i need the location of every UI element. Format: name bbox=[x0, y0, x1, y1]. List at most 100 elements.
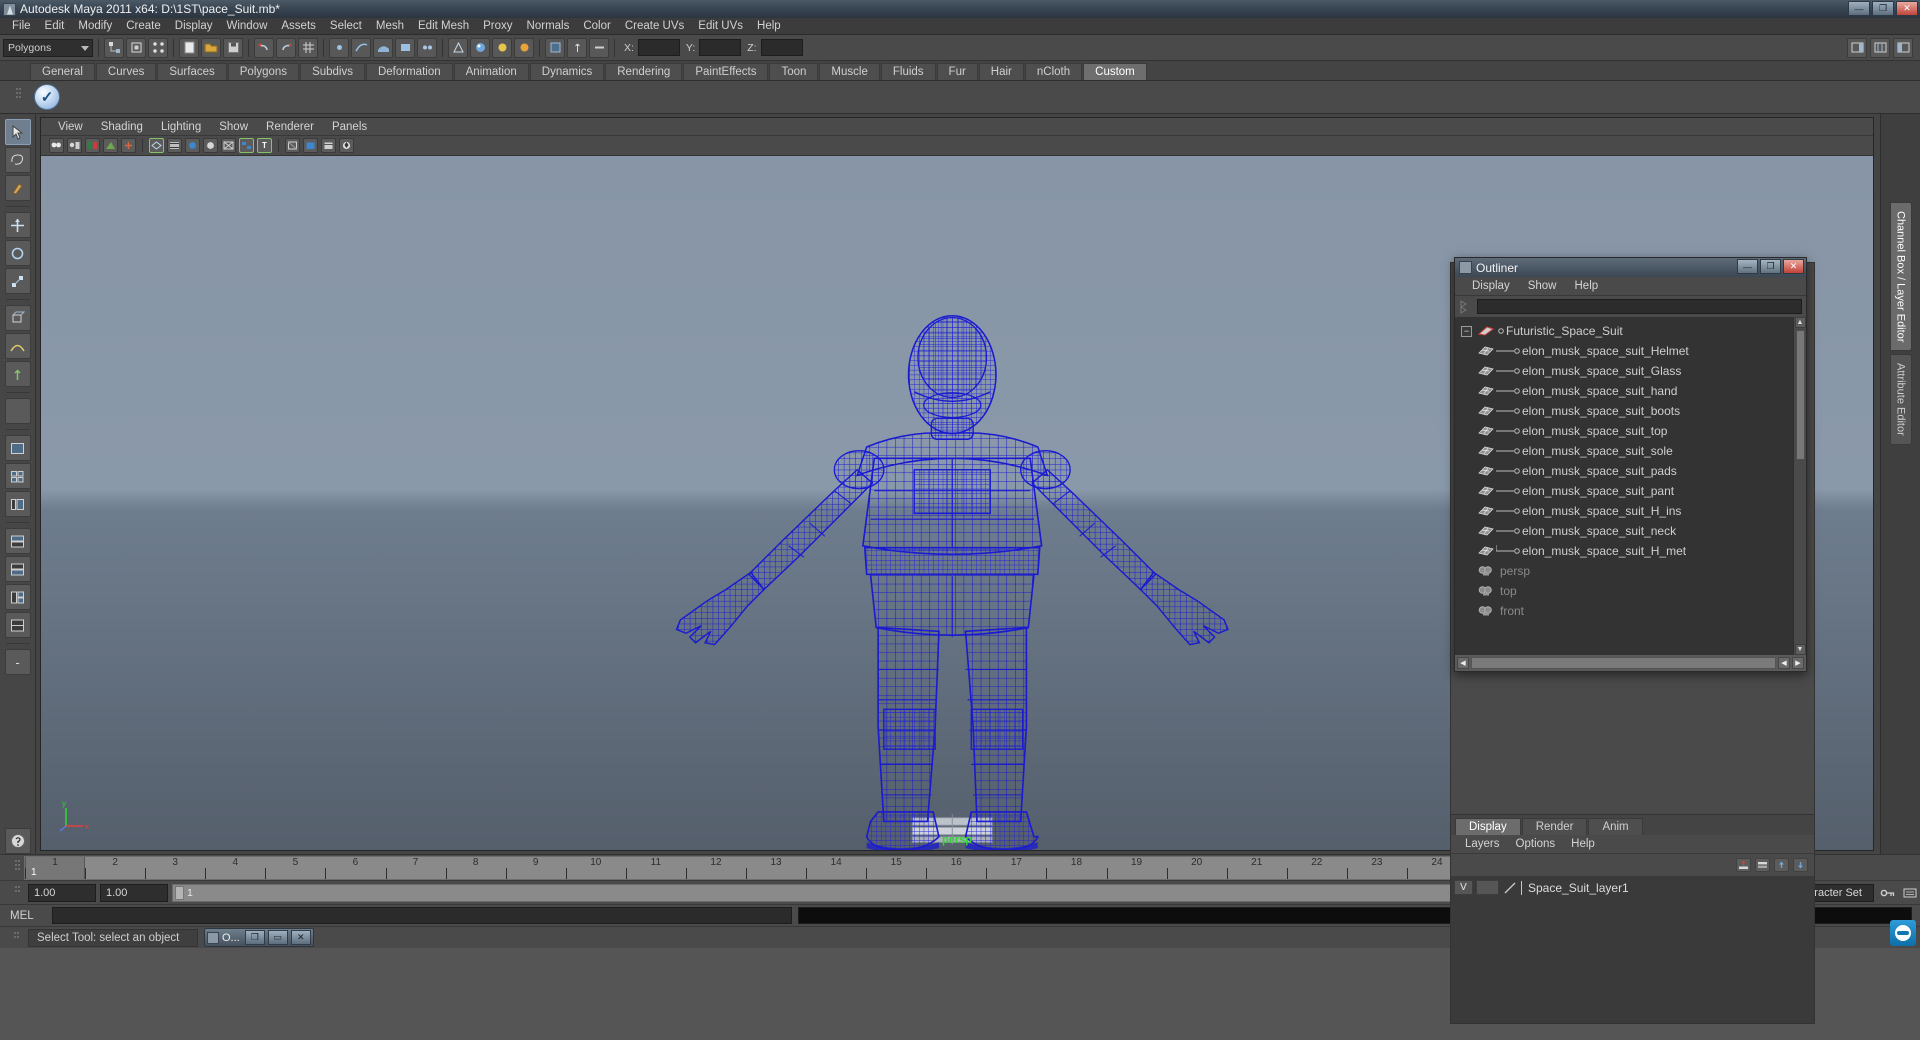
collapse-expander-icon[interactable]: − bbox=[1461, 325, 1472, 337]
xray-mode-icon[interactable] bbox=[285, 138, 300, 153]
last-tool-used-icon[interactable] bbox=[4, 398, 31, 424]
outliner-child-row[interactable]: elon_musk_space_suit_pant bbox=[1455, 481, 1793, 501]
scroll-left-step-icon[interactable]: ◀ bbox=[1778, 657, 1790, 669]
shelf-tab-painteffects[interactable]: PaintEffects bbox=[683, 63, 769, 80]
new-layer-from-selected-icon[interactable] bbox=[1755, 858, 1770, 872]
toggle-icon[interactable] bbox=[589, 37, 609, 58]
relationship-editor-layout-icon[interactable] bbox=[4, 612, 31, 638]
scroll-left-icon[interactable]: ◀ bbox=[1457, 657, 1469, 669]
layer-visibility-toggle[interactable]: V bbox=[1454, 880, 1473, 895]
outliner-menu-display[interactable]: Display bbox=[1463, 280, 1519, 292]
tab-channel-box-layer-editor[interactable]: Channel Box / Layer Editor bbox=[1889, 202, 1912, 352]
select-tool-icon[interactable] bbox=[4, 119, 31, 145]
save-scene-icon[interactable] bbox=[223, 37, 243, 58]
minimize-button[interactable]: — bbox=[1848, 1, 1870, 16]
outliner-item-label[interactable]: elon_musk_space_suit_neck bbox=[1522, 524, 1676, 538]
flat-shade-icon[interactable] bbox=[203, 138, 218, 153]
taskbar-outliner-item[interactable]: O... ❐ ▭ ✕ bbox=[204, 928, 314, 947]
outliner-child-row[interactable]: elon_musk_space_suit_Glass bbox=[1455, 361, 1793, 381]
shelf-tab-general[interactable]: General bbox=[30, 63, 95, 80]
soft-select-icon[interactable] bbox=[4, 333, 31, 359]
range-bar[interactable]: 1 24 bbox=[172, 883, 1488, 902]
outliner-child-row[interactable]: elon_musk_space_suit_H_met bbox=[1455, 541, 1793, 561]
select-by-hierarchy-icon[interactable] bbox=[104, 37, 124, 58]
smooth-shade-cube-icon[interactable] bbox=[321, 138, 336, 153]
menu-mesh[interactable]: Mesh bbox=[369, 18, 411, 34]
outliner-child-row[interactable]: elon_musk_space_suit_sole bbox=[1455, 441, 1793, 461]
tab-attribute-editor[interactable]: Attribute Editor bbox=[1889, 354, 1912, 446]
layer-playback-toggle[interactable] bbox=[1476, 880, 1499, 895]
high-quality-render-icon[interactable] bbox=[339, 138, 354, 153]
ipr-render-icon[interactable] bbox=[492, 37, 512, 58]
new-layer-icon[interactable] bbox=[1736, 858, 1751, 872]
scroll-up-icon[interactable]: ▲ bbox=[1794, 317, 1806, 328]
range-slider-grip[interactable] bbox=[10, 883, 24, 903]
outliner-child-row[interactable]: elon_musk_space_suit_boots bbox=[1455, 401, 1793, 421]
show-hide-attribute-editor-icon[interactable] bbox=[1870, 37, 1890, 58]
outliner-search-input[interactable] bbox=[1477, 299, 1802, 314]
scroll-right-step-icon[interactable]: ▶ bbox=[1792, 657, 1804, 669]
range-start-handle[interactable] bbox=[175, 885, 184, 900]
auto-key-icon[interactable] bbox=[1878, 883, 1897, 902]
select-by-component-icon[interactable] bbox=[148, 37, 168, 58]
outliner-item-label[interactable]: elon_musk_space_suit_pads bbox=[1522, 464, 1677, 478]
expand-collapse-icon[interactable] bbox=[1459, 299, 1473, 314]
shelf-tab-surfaces[interactable]: Surfaces bbox=[157, 63, 227, 80]
scale-tool-icon[interactable] bbox=[4, 268, 31, 294]
viewport-menu-shading[interactable]: Shading bbox=[92, 121, 152, 133]
outliner-child-row[interactable]: elon_musk_space_suit_H_ins bbox=[1455, 501, 1793, 521]
construction-history-icon[interactable] bbox=[448, 37, 468, 58]
new-scene-icon[interactable] bbox=[179, 37, 199, 58]
single-perspective-layout-icon[interactable] bbox=[4, 435, 31, 461]
outliner-camera-row[interactable]: top bbox=[1455, 581, 1793, 601]
menu-display[interactable]: Display bbox=[168, 18, 220, 34]
show-hide-tool-settings-icon[interactable] bbox=[1893, 37, 1913, 58]
snap-view-plane-icon[interactable] bbox=[395, 37, 415, 58]
scrollbar-track[interactable] bbox=[1471, 657, 1776, 669]
outliner-child-row[interactable]: elon_musk_space_suit_hand bbox=[1455, 381, 1793, 401]
shelf-tab-animation[interactable]: Animation bbox=[453, 63, 529, 80]
shelf-tab-rendering[interactable]: Rendering bbox=[605, 63, 683, 80]
outliner-item-label[interactable]: elon_musk_space_suit_top bbox=[1522, 424, 1667, 438]
outliner-title-bar[interactable]: Outliner — ❐ ✕ bbox=[1455, 258, 1806, 277]
teamviewer-tray-icon[interactable] bbox=[1890, 920, 1916, 946]
outliner-camera-row[interactable]: front bbox=[1455, 601, 1793, 621]
shelf-tab-deformation[interactable]: Deformation bbox=[365, 63, 453, 80]
taskbar-close-button[interactable]: ✕ bbox=[290, 930, 311, 945]
layer-row[interactable]: V Space_Suit_layer1 bbox=[1454, 879, 1811, 896]
camera-attributes-icon[interactable] bbox=[67, 138, 82, 153]
maximize-button[interactable]: ❐ bbox=[1872, 1, 1894, 16]
layer-tab-render[interactable]: Render bbox=[1521, 818, 1588, 835]
outliner-camera-row[interactable]: persp bbox=[1455, 561, 1793, 581]
menu-modify[interactable]: Modify bbox=[71, 18, 119, 34]
shelf-tab-fluids[interactable]: Fluids bbox=[880, 63, 936, 80]
coord-z-field[interactable] bbox=[760, 39, 803, 56]
show-manipulator-tool-icon[interactable] bbox=[4, 361, 31, 387]
shelf-tab-fur[interactable]: Fur bbox=[936, 63, 978, 80]
viewport-menu-lighting[interactable]: Lighting bbox=[152, 121, 210, 133]
rotate-tool-icon[interactable] bbox=[4, 240, 31, 266]
time-slider-grip[interactable] bbox=[10, 857, 24, 879]
scrollbar-thumb[interactable] bbox=[1795, 330, 1805, 460]
outliner-tree[interactable]: − Futuristic_Space_Suit elon_musk_space_… bbox=[1455, 317, 1806, 655]
outliner-camera-label[interactable]: top bbox=[1500, 584, 1517, 598]
hypershade-persp-layout-icon[interactable] bbox=[4, 556, 31, 582]
outliner-close-button[interactable]: ✕ bbox=[1783, 259, 1804, 274]
outliner-item-label[interactable]: elon_musk_space_suit_sole bbox=[1522, 444, 1673, 458]
outliner-item-label[interactable]: elon_musk_space_suit_Helmet bbox=[1522, 344, 1689, 358]
selection-mode-dropdown[interactable]: Polygons bbox=[3, 38, 93, 57]
universal-manipulator-icon[interactable] bbox=[4, 305, 31, 331]
smooth-shade-selected-icon[interactable] bbox=[185, 138, 200, 153]
taskbar-maximize-button[interactable]: ▭ bbox=[267, 930, 288, 945]
move-layer-up-icon[interactable] bbox=[1774, 858, 1789, 872]
move-layer-down-icon[interactable] bbox=[1793, 858, 1808, 872]
paint-select-tool-icon[interactable] bbox=[4, 175, 31, 201]
outliner-child-row[interactable]: elon_musk_space_suit_pads bbox=[1455, 461, 1793, 481]
persp-outliner-graph-layout-icon[interactable] bbox=[4, 584, 31, 610]
check-circle-icon[interactable]: ✓ bbox=[34, 84, 60, 110]
render-settings-icon[interactable] bbox=[514, 37, 534, 58]
menu-select[interactable]: Select bbox=[323, 18, 369, 34]
layer-list[interactable]: V Space_Suit_layer1 bbox=[1451, 876, 1814, 1023]
menu-assets[interactable]: Assets bbox=[274, 18, 323, 34]
shelf-tab-custom[interactable]: Custom bbox=[1083, 63, 1147, 80]
